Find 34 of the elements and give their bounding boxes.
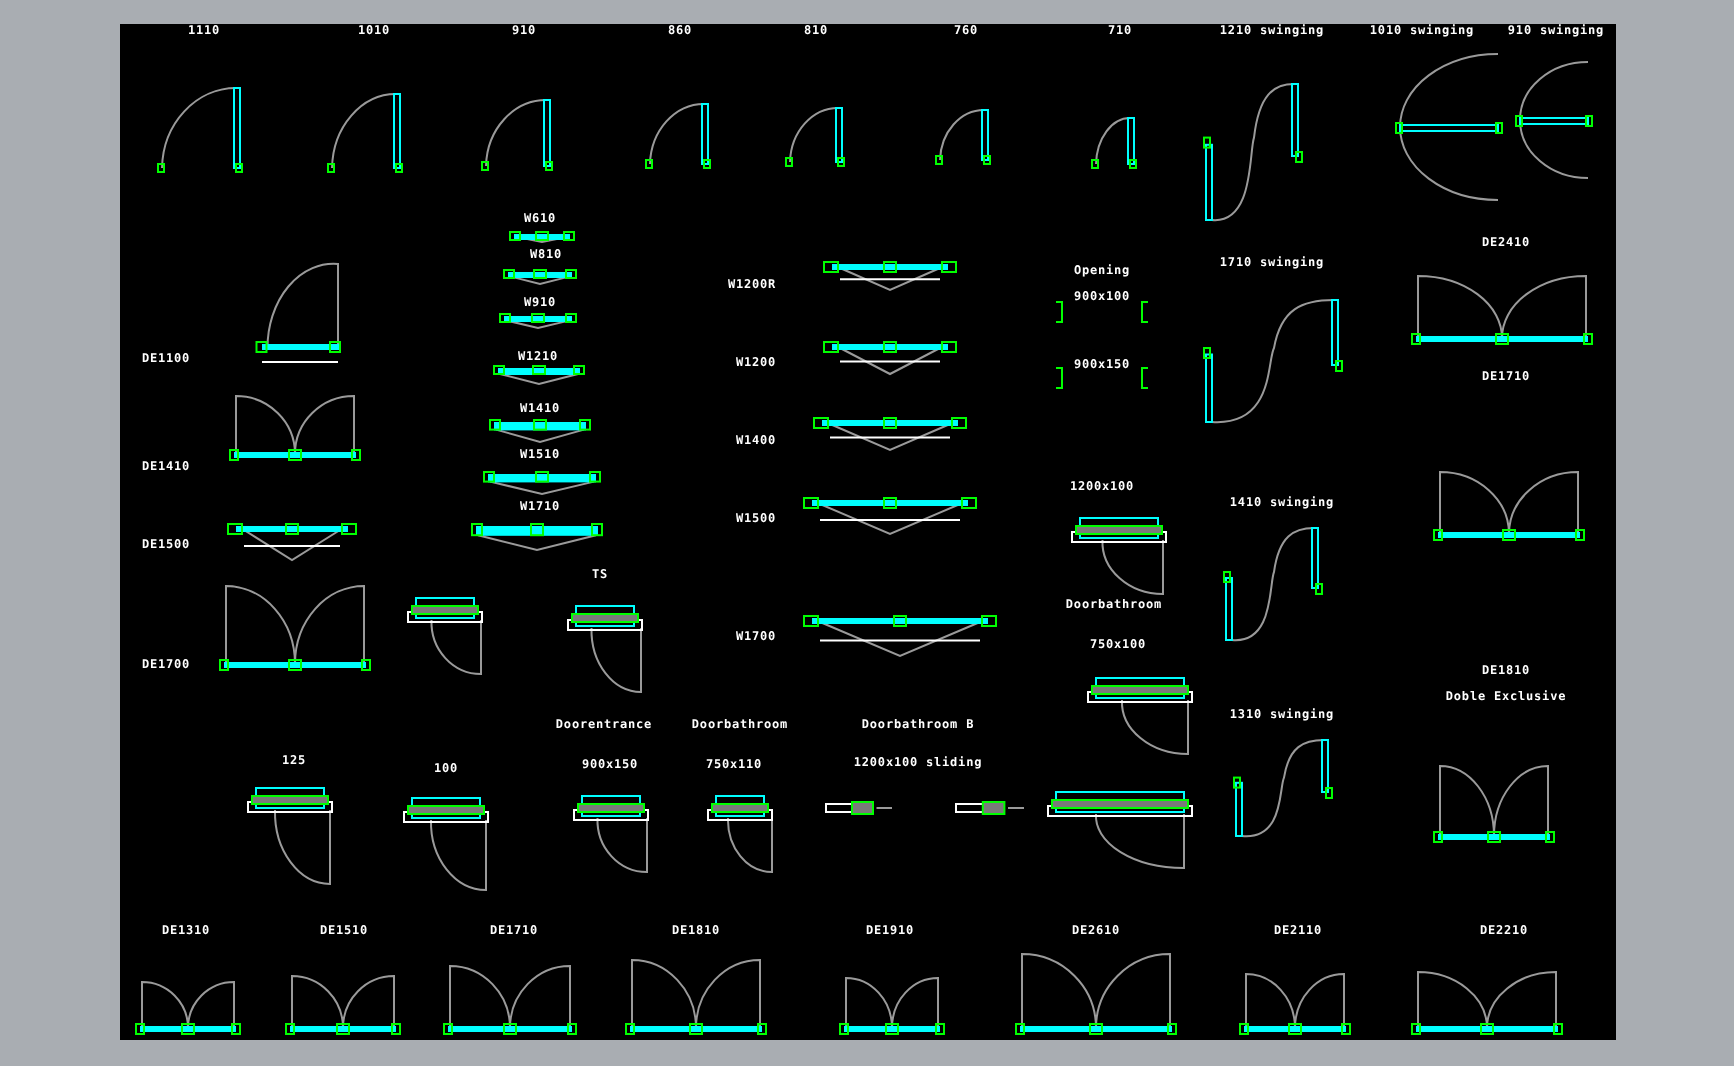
door-symbol-drawing bbox=[1204, 80, 1304, 224]
door-symbol-drawing bbox=[1234, 736, 1334, 840]
door-symbol-drawing bbox=[480, 96, 556, 172]
door-symbol-drawing bbox=[824, 800, 894, 816]
door-symbol-drawing bbox=[444, 960, 576, 1036]
door-symbol-drawing bbox=[224, 522, 360, 562]
door-symbol-drawing bbox=[1090, 114, 1140, 170]
door-symbol-drawing bbox=[156, 84, 246, 174]
door-symbol-drawing bbox=[494, 366, 584, 386]
door-symbol-drawing bbox=[500, 314, 576, 330]
door-symbol-drawing bbox=[1514, 60, 1594, 180]
door-symbol-drawing bbox=[472, 524, 602, 552]
door-symbol-drawing bbox=[954, 800, 1026, 816]
door-symbol-drawing bbox=[820, 340, 960, 376]
door-symbol-drawing bbox=[1054, 300, 1150, 324]
door-symbol-drawing bbox=[504, 270, 576, 286]
door-symbol-drawing bbox=[1054, 366, 1150, 390]
door-symbol-drawing bbox=[286, 970, 400, 1036]
door-symbol-drawing bbox=[1240, 968, 1350, 1036]
door-symbol-drawing bbox=[840, 972, 944, 1036]
door-symbol-drawing bbox=[1434, 760, 1554, 844]
door-symbol-drawing bbox=[484, 472, 600, 496]
door-symbol-drawing bbox=[784, 104, 848, 168]
door-symbol-drawing bbox=[820, 260, 960, 292]
door-symbol-drawing bbox=[626, 954, 766, 1036]
door-symbol-drawing bbox=[510, 232, 574, 244]
door-symbol-drawing bbox=[644, 100, 714, 170]
door-symbol-drawing bbox=[136, 976, 240, 1036]
door-symbol-drawing bbox=[1224, 524, 1324, 644]
door-symbol-drawing bbox=[1204, 296, 1344, 426]
door-symbol-drawing bbox=[230, 390, 360, 462]
door-symbol-drawing bbox=[934, 106, 994, 166]
door-symbol-drawing bbox=[326, 90, 406, 174]
door-symbol-drawing bbox=[490, 420, 590, 444]
